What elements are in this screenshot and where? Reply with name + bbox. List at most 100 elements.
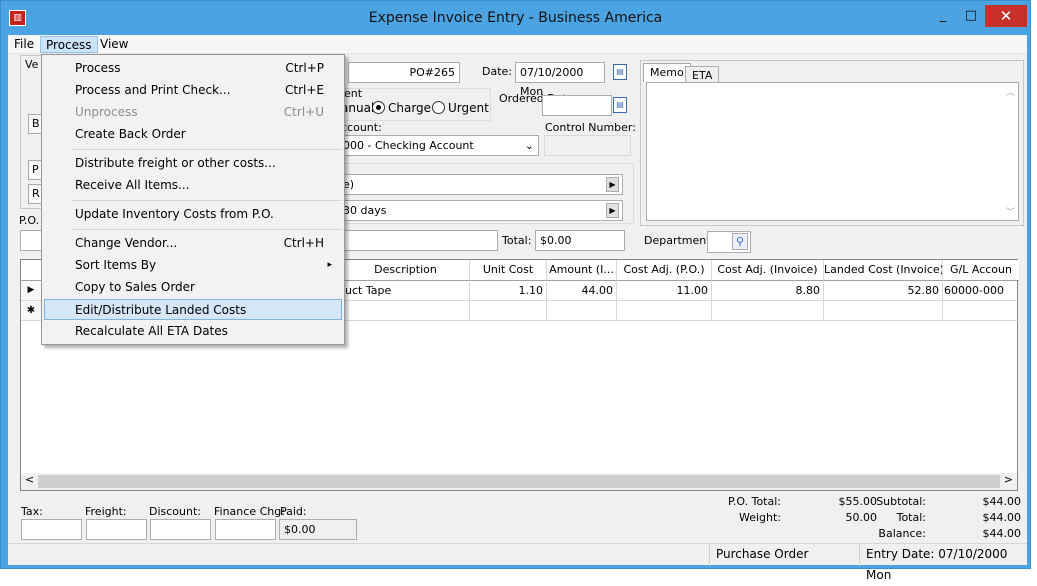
discount-field[interactable] <box>150 519 211 540</box>
column-gl-account[interactable]: G/L Accoun <box>943 260 1019 281</box>
title-bar[interactable]: ▥ Expense Invoice Entry - Business Ameri… <box>1 1 1030 35</box>
subtotal-value: $44.00 <box>982 495 1022 508</box>
new-row-icon[interactable]: ✱ <box>21 301 42 321</box>
new-row-cell[interactable] <box>824 301 943 321</box>
control-number-label: Control Number: <box>545 121 636 134</box>
row-gl-account[interactable]: 60000-000 <box>943 281 1019 301</box>
freight-field[interactable] <box>86 519 147 540</box>
menu-item-label: Process <box>75 61 121 75</box>
column-description[interactable]: Description <box>342 260 470 281</box>
scroll-right-icon[interactable]: > <box>1004 473 1013 486</box>
horizontal-scrollbar[interactable]: < > <box>21 473 1017 490</box>
tab-memo[interactable]: Memo <box>643 63 691 82</box>
subtotal-label: Subtotal: <box>876 495 926 508</box>
menu-item-label: Create Back Order <box>75 127 186 141</box>
radio-empty-icon[interactable] <box>432 101 445 114</box>
row-cost-adj-po[interactable]: 11.00 <box>617 281 712 301</box>
column-landed-cost[interactable]: Landed Cost (Invoice) <box>824 260 943 281</box>
control-number-field <box>544 135 631 156</box>
memo-textarea[interactable]: ︿ ﹀ <box>646 82 1019 221</box>
menu-item-distribute-freight[interactable]: Distribute freight or other costs... <box>44 153 342 174</box>
vendor-tab[interactable]: Ve <box>25 58 38 71</box>
scroll-left-icon[interactable]: < <box>25 473 34 486</box>
payment-group-label: ent <box>344 87 363 100</box>
tax-label: Tax: <box>21 505 43 518</box>
ordered-calendar-icon[interactable]: ▤ <box>613 97 627 113</box>
new-row-cell[interactable] <box>470 301 547 321</box>
menu-item-label: Update Inventory Costs from P.O. <box>75 207 274 221</box>
menu-item-shortcut: Ctrl+H <box>283 236 324 250</box>
menu-item-unprocess: Unprocess Ctrl+U <box>44 102 342 123</box>
urgent-radio[interactable]: Urgent <box>432 101 489 115</box>
new-row-cell[interactable] <box>342 301 470 321</box>
ordered-date-field[interactable] <box>542 95 612 116</box>
column-unit-cost[interactable]: Unit Cost <box>470 260 547 281</box>
row-amount[interactable]: 44.00 <box>547 281 617 301</box>
chevron-down-icon[interactable]: ⌄ <box>525 136 534 155</box>
terms-field-1[interactable]: e) <box>338 174 623 195</box>
current-row-icon[interactable]: ▶ <box>21 281 42 301</box>
row-landed-cost[interactable]: 52.80 <box>824 281 943 301</box>
column-cost-adj-invoice[interactable]: Cost Adj. (Invoice) <box>712 260 824 281</box>
column-amount[interactable]: Amount (I... <box>547 260 617 281</box>
date-field[interactable]: 07/10/2000 Mon <box>515 62 605 98</box>
row-description[interactable]: uct Tape <box>342 281 470 301</box>
invoice-total-value: $44.00 <box>982 511 1022 524</box>
weight-value: 50.00 <box>845 511 878 524</box>
search-icon[interactable]: ⚲ <box>732 233 748 250</box>
memo-panel: Memo ETA ︿ ﹀ <box>640 60 1024 226</box>
column-cost-adj-po[interactable]: Cost Adj. (P.O.) <box>617 260 712 281</box>
department-field[interactable]: ⚲ <box>707 231 751 253</box>
menu-item-update-inventory-costs[interactable]: Update Inventory Costs from P.O. <box>44 204 342 225</box>
menu-item-edit-distribute-landed-costs[interactable]: Edit/Distribute Landed Costs <box>44 299 342 320</box>
scroll-up-icon[interactable]: ︿ <box>1006 85 1015 98</box>
scroll-thumb[interactable] <box>38 475 1000 488</box>
radio-selected-icon[interactable] <box>372 101 385 114</box>
menu-item-create-back-order[interactable]: Create Back Order <box>44 124 342 145</box>
paid-label: Paid: <box>280 505 307 518</box>
account-select[interactable]: 000 - Checking Account ⌄ <box>338 135 539 156</box>
menu-file[interactable]: File <box>9 36 39 53</box>
tax-field[interactable] <box>21 519 82 540</box>
menu-item-change-vendor[interactable]: Change Vendor... Ctrl+H <box>44 233 342 254</box>
menu-item-process-and-print[interactable]: Process and Print Check... Ctrl+E <box>44 80 342 101</box>
menu-view[interactable]: View <box>95 36 133 53</box>
new-row-cell[interactable] <box>712 301 824 321</box>
menu-item-shortcut: Ctrl+P <box>285 61 324 75</box>
menu-item-process[interactable]: Process Ctrl+P <box>44 58 342 79</box>
menu-item-shortcut: Ctrl+E <box>285 83 324 97</box>
menu-item-label: Receive All Items... <box>75 178 190 192</box>
menu-process[interactable]: Process <box>40 36 98 53</box>
new-row-cell[interactable] <box>617 301 712 321</box>
close-button[interactable]: ✕ <box>985 5 1027 27</box>
po-total-value: $55.00 <box>838 495 878 508</box>
paid-field: $0.00 <box>279 519 357 540</box>
maximize-button[interactable]: □ <box>957 6 985 26</box>
finance-charge-field[interactable] <box>215 519 276 540</box>
menu-item-copy-to-sales-order[interactable]: Copy to Sales Order <box>44 277 342 298</box>
terms-field-2[interactable]: 30 days <box>338 200 623 221</box>
finance-charge-label: Finance Chg: <box>214 505 285 518</box>
manual-radio-label[interactable]: anual <box>341 101 374 115</box>
scroll-down-icon[interactable]: ﹀ <box>1006 205 1015 218</box>
row-cost-adj-invoice[interactable]: 8.80 <box>712 281 824 301</box>
calendar-icon[interactable]: ▤ <box>613 64 627 80</box>
freight-label: Freight: <box>85 505 127 518</box>
new-row-cell[interactable] <box>547 301 617 321</box>
reference-field[interactable] <box>338 230 498 251</box>
terms-2-arrow-icon[interactable]: ▶ <box>606 203 619 218</box>
terms-1-arrow-icon[interactable]: ▶ <box>606 177 619 192</box>
minimize-button[interactable]: _ <box>929 6 957 26</box>
new-row-cell[interactable] <box>943 301 1019 321</box>
menu-item-receive-all[interactable]: Receive All Items... <box>44 175 342 196</box>
tab-eta[interactable]: ETA <box>685 66 720 82</box>
menu-item-recalculate-eta[interactable]: Recalculate All ETA Dates <box>44 321 342 342</box>
account-value: 000 - Checking Account <box>343 139 474 152</box>
row-unit-cost[interactable]: 1.10 <box>470 281 547 301</box>
menu-item-shortcut: Ctrl+U <box>283 105 324 119</box>
menu-item-sort-items-by[interactable]: Sort Items By ▸ <box>44 255 342 276</box>
process-menu: Process Ctrl+P Process and Print Check...… <box>41 54 345 345</box>
charge-radio[interactable]: Charge <box>372 101 431 115</box>
po-number-field[interactable]: PO#265 <box>348 62 460 83</box>
total-field[interactable]: $0.00 <box>535 230 625 251</box>
